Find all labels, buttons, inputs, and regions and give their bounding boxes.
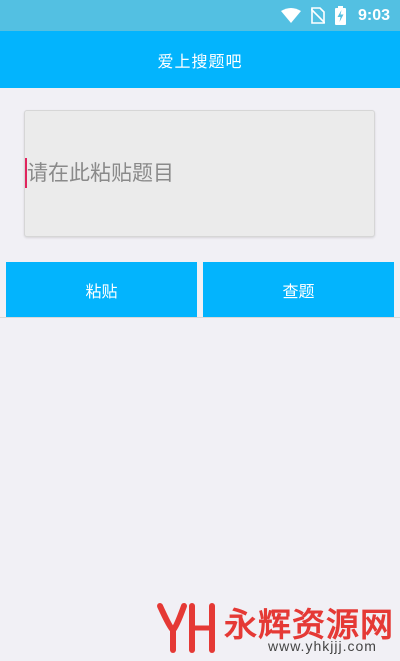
status-bar: 9:03: [0, 0, 400, 31]
question-input[interactable]: [27, 155, 357, 191]
watermark: 永辉资源网 www.yhkjjj.com: [150, 596, 400, 661]
app-title: 爱上搜题吧: [157, 51, 243, 71]
divider: [0, 317, 400, 318]
question-input-container[interactable]: [24, 110, 375, 237]
paste-button[interactable]: 粘贴: [6, 262, 197, 318]
wifi-icon: [280, 7, 301, 24]
action-row: 粘贴 查题: [0, 260, 400, 319]
no-sim-icon: [310, 7, 325, 24]
battery-charging-icon: [334, 6, 346, 25]
watermark-logo-icon: [156, 602, 218, 658]
search-question-button[interactable]: 查题: [203, 262, 394, 318]
status-time: 9:03: [357, 6, 390, 24]
watermark-url: www.yhkjjj.com: [268, 638, 377, 654]
app-bar: 爱上搜题吧: [0, 31, 400, 88]
status-icons: 9:03: [280, 0, 390, 31]
